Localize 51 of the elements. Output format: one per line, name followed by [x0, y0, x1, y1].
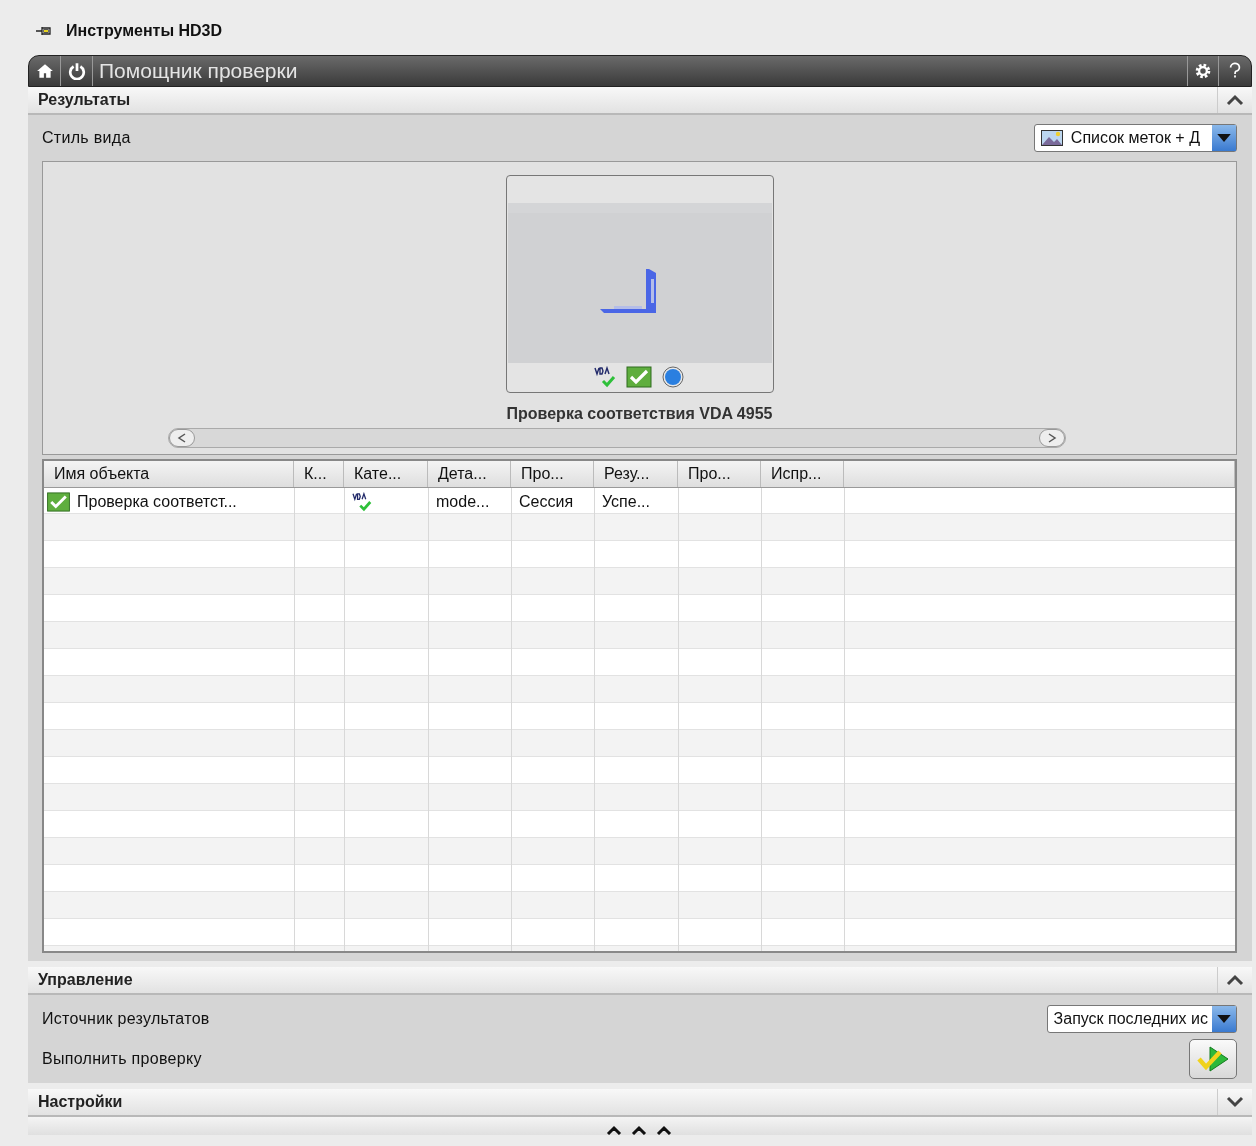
- table-cell: Успе...: [602, 492, 650, 511]
- column-header[interactable]: Резу...: [594, 461, 678, 487]
- settings-icon: [1194, 62, 1212, 80]
- column-header[interactable]: Про...: [678, 461, 761, 487]
- section-header[interactable]: Управление: [28, 967, 1252, 995]
- dropdown-arrow-button[interactable]: [1212, 125, 1236, 151]
- checkmark-icon: [625, 366, 652, 388]
- checkmark-icon: [46, 491, 71, 512]
- power-icon: [67, 62, 86, 80]
- section-title: Управление: [37, 971, 133, 989]
- table-cell: Сессия: [519, 492, 574, 511]
- caret-icon: [1217, 1014, 1231, 1024]
- section-title: Результаты: [37, 91, 131, 109]
- source-dropdown[interactable]: Запуск последних ис: [1046, 1005, 1237, 1033]
- vda-check-icon: [593, 366, 618, 388]
- chevron-right-icon: [1046, 433, 1057, 443]
- column-header[interactable]: Про...: [511, 461, 594, 487]
- run-check-label: Выполнить проверку: [42, 1050, 202, 1068]
- settings-button[interactable]: [1187, 56, 1219, 86]
- table-cell: mode...: [436, 492, 490, 511]
- home-icon: [35, 62, 54, 80]
- scroll-right-button[interactable]: [1038, 429, 1065, 447]
- section-header[interactable]: Настройки: [28, 1089, 1252, 1117]
- column-header[interactable]: К...: [294, 461, 344, 487]
- image-icon: [1040, 130, 1063, 146]
- toolbar-title: Помощник проверки: [98, 59, 298, 83]
- column-header[interactable]: Имя объекта: [44, 461, 294, 487]
- section-title: Настройки: [37, 1093, 123, 1111]
- column-header[interactable]: Кате...: [344, 461, 428, 487]
- app-title: Инструменты HD3D: [66, 22, 223, 40]
- run-check-button[interactable]: [1189, 1039, 1237, 1079]
- caret-icon: [1217, 133, 1231, 143]
- source-label: Источник результатов: [42, 1010, 210, 1028]
- thumbnail-card[interactable]: [505, 175, 774, 393]
- thumbnail-caption: Проверка соответствия VDA 4955: [506, 405, 773, 423]
- dropdown-value: Запуск последних ис: [1053, 1010, 1209, 1028]
- column-header[interactable]: Дета...: [428, 461, 511, 487]
- column-header[interactable]: Испр...: [761, 461, 844, 487]
- chevron-left-icon: [176, 433, 187, 443]
- view-style-label: Стиль вида: [42, 129, 131, 147]
- horizontal-scrollbar[interactable]: [167, 428, 1066, 448]
- check-play-icon: [1196, 1044, 1230, 1074]
- view-style-dropdown[interactable]: Список меток + Д: [1033, 124, 1237, 152]
- pin-icon[interactable]: [36, 25, 52, 37]
- scroll-left-button[interactable]: [168, 429, 195, 447]
- table-cell: Проверка соответст...: [77, 492, 237, 511]
- dropdown-value: Список меток + Д: [1070, 129, 1201, 147]
- dropdown-arrow-button[interactable]: [1212, 1006, 1236, 1032]
- status-dot-icon: [659, 366, 686, 388]
- vda-check-icon: [352, 491, 374, 512]
- section-header[interactable]: Результаты: [28, 87, 1252, 115]
